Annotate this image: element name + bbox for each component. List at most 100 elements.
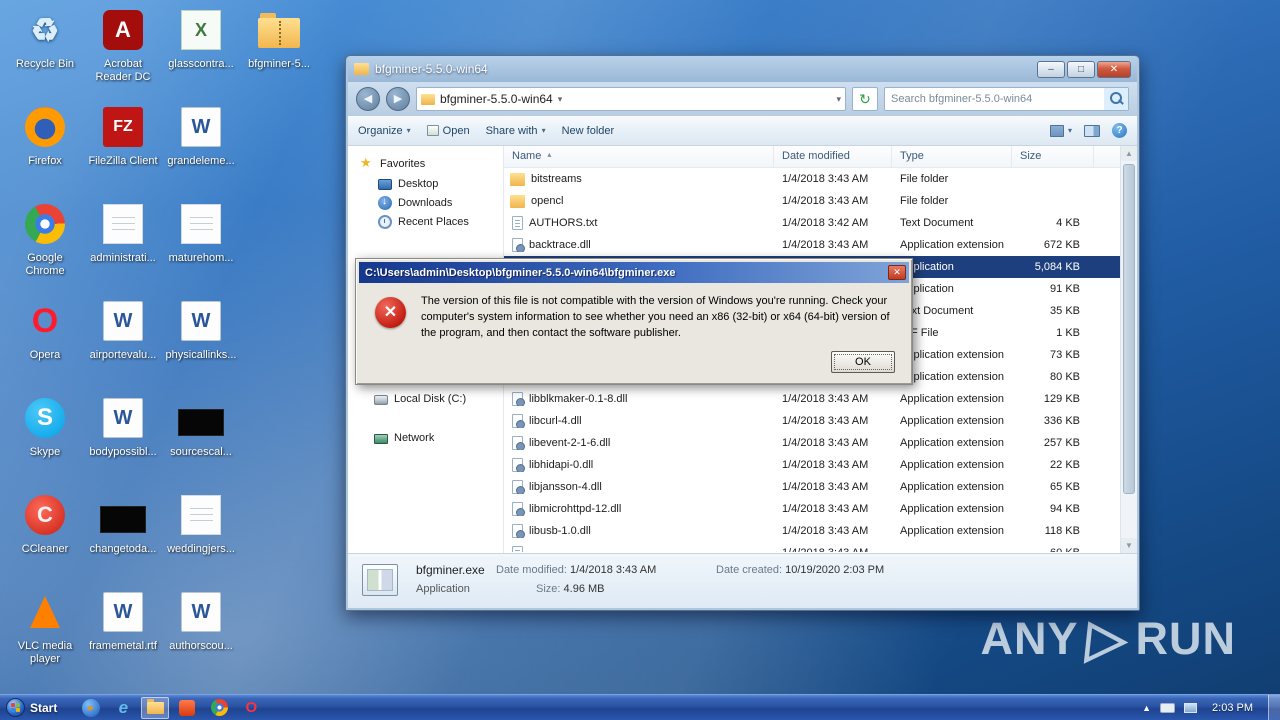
breadcrumb[interactable]: bfgminer-5.5.0-win64 xyxy=(440,92,553,106)
table-row[interactable]: bitstreams 1/4/2018 3:43 AM File folder xyxy=(504,168,1120,190)
sidebar-item[interactable]: Downloads xyxy=(348,193,503,212)
desktop-icon[interactable]: weddingjers... xyxy=(162,491,240,588)
desktop-icon[interactable]: airportevalu... xyxy=(84,297,162,394)
search-box[interactable] xyxy=(884,87,1129,111)
desktop-icon[interactable]: authorscou... xyxy=(162,588,240,685)
desktop-icon-image xyxy=(162,394,240,442)
help-button[interactable]: ? xyxy=(1112,123,1127,138)
column-header-date[interactable]: Date modified xyxy=(774,146,892,167)
file-size: 94 KB xyxy=(1050,503,1080,515)
file-name: libevent-2-1-6.dll xyxy=(529,437,611,449)
maximize-button[interactable]: □ xyxy=(1067,60,1095,78)
desktop-icon[interactable]: Google Chrome xyxy=(6,200,84,297)
new-folder-button[interactable]: New folder xyxy=(562,125,615,137)
scroll-up-icon[interactable]: ▲ xyxy=(1121,146,1137,161)
sidebar-item[interactable]: Desktop xyxy=(348,174,503,193)
refresh-button[interactable]: ↻ xyxy=(852,87,878,111)
file-name-cell: libblkmaker-0.1-8.dll xyxy=(504,392,774,406)
start-label: Start xyxy=(30,700,58,715)
taskbar-app-button[interactable] xyxy=(173,697,201,719)
desktop-icon[interactable]: Firefox xyxy=(6,103,84,200)
search-icon[interactable] xyxy=(1104,88,1128,110)
address-bar[interactable]: bfgminer-5.5.0-win64 ▾ ▾ xyxy=(416,87,846,111)
table-row[interactable]: libblkmaker-0.1-8.dll 1/4/2018 3:43 AM A… xyxy=(504,388,1120,410)
table-row[interactable]: 1/4/2018 3:43 AM 60 KB xyxy=(504,542,1120,552)
taskbar-app-button[interactable] xyxy=(205,697,233,719)
organize-button[interactable]: Organize ▾ xyxy=(358,125,411,137)
chevron-down-icon[interactable]: ▾ xyxy=(558,94,563,105)
taskbar-app-button[interactable] xyxy=(77,697,105,719)
dialog-title-bar[interactable]: C:\Users\admin\Desktop\bfgminer-5.5.0-wi… xyxy=(359,262,909,283)
desktop-icon[interactable]: sourcescal... xyxy=(162,394,240,491)
show-desktop-button[interactable] xyxy=(1268,695,1280,720)
desktop-icon[interactable]: Acrobat Reader DC xyxy=(84,6,162,103)
desktop-icon[interactable]: bfgminer-5... xyxy=(240,6,318,103)
taskbar-app-button[interactable] xyxy=(237,697,265,719)
desktop-icon[interactable]: FileZilla Client xyxy=(84,103,162,200)
vertical-scrollbar[interactable]: ▲ ▼ xyxy=(1120,146,1137,553)
table-row[interactable]: opencl 1/4/2018 3:43 AM File folder xyxy=(504,190,1120,212)
app-icon xyxy=(181,107,221,147)
desktop-icon[interactable]: grandeleme... xyxy=(162,103,240,200)
table-row[interactable]: libjansson-4.dll 1/4/2018 3:43 AM Applic… xyxy=(504,476,1120,498)
desktop-icon[interactable]: Skype xyxy=(6,394,84,491)
app-icon xyxy=(25,495,65,535)
sidebar-item[interactable]: Recent Places xyxy=(348,212,503,231)
desktop-icon[interactable]: bodypossibl... xyxy=(84,394,162,491)
file-name: libblkmaker-0.1-8.dll xyxy=(529,393,628,405)
file-name: libmicrohttpd-12.dll xyxy=(529,503,622,515)
details-date-created: Date created: 10/19/2020 2:03 PM xyxy=(716,564,885,576)
column-header-type[interactable]: Type xyxy=(892,146,1012,167)
desktop-icon[interactable]: physicallinks... xyxy=(162,297,240,394)
desktop-icon[interactable]: CCleaner xyxy=(6,491,84,588)
table-row[interactable]: libusb-1.0.dll 1/4/2018 3:43 AM Applicat… xyxy=(504,520,1120,542)
desktop-icon[interactable]: Recycle Bin xyxy=(6,6,84,103)
address-history-icon[interactable]: ▾ xyxy=(836,94,841,105)
file-name: bitstreams xyxy=(531,173,582,185)
file-type-icon xyxy=(512,546,523,552)
dialog-close-button[interactable]: ✕ xyxy=(888,265,906,280)
search-input[interactable] xyxy=(885,93,1104,105)
taskbar-app-button[interactable] xyxy=(141,696,170,719)
table-row[interactable]: AUTHORS.txt 1/4/2018 3:42 AM Text Docume… xyxy=(504,212,1120,234)
column-header-size[interactable]: Size xyxy=(1012,146,1094,167)
share-with-button[interactable]: Share with ▾ xyxy=(486,125,546,137)
table-row[interactable]: libcurl-4.dll 1/4/2018 3:43 AM Applicati… xyxy=(504,410,1120,432)
start-button[interactable]: Start xyxy=(0,695,67,720)
keyboard-icon[interactable] xyxy=(1160,702,1176,713)
sidebar-item-icon xyxy=(378,195,392,210)
back-button[interactable]: ◀ xyxy=(356,87,380,111)
table-row[interactable]: backtrace.dll 1/4/2018 3:43 AM Applicati… xyxy=(504,234,1120,256)
scroll-down-icon[interactable]: ▼ xyxy=(1121,538,1137,553)
column-header-name[interactable]: Name ▴ xyxy=(504,146,774,167)
change-view-button[interactable]: ▾ xyxy=(1049,124,1072,137)
title-bar[interactable]: bfgminer-5.5.0-win64 – □ ✕ xyxy=(348,56,1137,82)
file-type-icon xyxy=(512,414,525,428)
tray-expand-icon[interactable]: ▲ xyxy=(1142,703,1151,713)
table-row[interactable]: libmicrohttpd-12.dll 1/4/2018 3:43 AM Ap… xyxy=(504,498,1120,520)
scrollbar-thumb[interactable] xyxy=(1123,164,1135,494)
minimize-button[interactable]: – xyxy=(1037,60,1065,78)
sidebar-item[interactable]: Local Disk (C:) xyxy=(348,389,503,408)
desktop-icon[interactable]: Opera xyxy=(6,297,84,394)
open-button[interactable]: Open xyxy=(426,125,470,137)
table-row[interactable]: libevent-2-1-6.dll 1/4/2018 3:43 AM Appl… xyxy=(504,432,1120,454)
taskbar-app-button[interactable] xyxy=(109,697,137,719)
window-title: bfgminer-5.5.0-win64 xyxy=(375,62,488,76)
sidebar-item[interactable]: Network xyxy=(348,428,503,447)
desktop-icon[interactable]: glasscontra... xyxy=(162,6,240,103)
taskbar-clock[interactable]: 2:03 PM xyxy=(1212,702,1253,714)
desktop-icon[interactable]: maturehom... xyxy=(162,200,240,297)
close-button[interactable]: ✕ xyxy=(1097,60,1131,78)
ok-button[interactable]: OK xyxy=(831,351,895,373)
network-icon[interactable] xyxy=(1184,702,1198,713)
forward-button[interactable]: ▶ xyxy=(386,87,410,111)
sidebar-group-favorites[interactable]: Favorites xyxy=(348,154,503,174)
desktop-icon[interactable]: administrati... xyxy=(84,200,162,297)
anyrun-play-icon: ▷ xyxy=(1083,609,1131,668)
desktop-icon[interactable]: changetoda... xyxy=(84,491,162,588)
desktop-icon[interactable]: VLC media player xyxy=(6,588,84,685)
desktop-icon[interactable]: framemetal.rtf xyxy=(84,588,162,685)
table-row[interactable]: libhidapi-0.dll 1/4/2018 3:43 AM Applica… xyxy=(504,454,1120,476)
preview-pane-button[interactable] xyxy=(1084,124,1100,137)
